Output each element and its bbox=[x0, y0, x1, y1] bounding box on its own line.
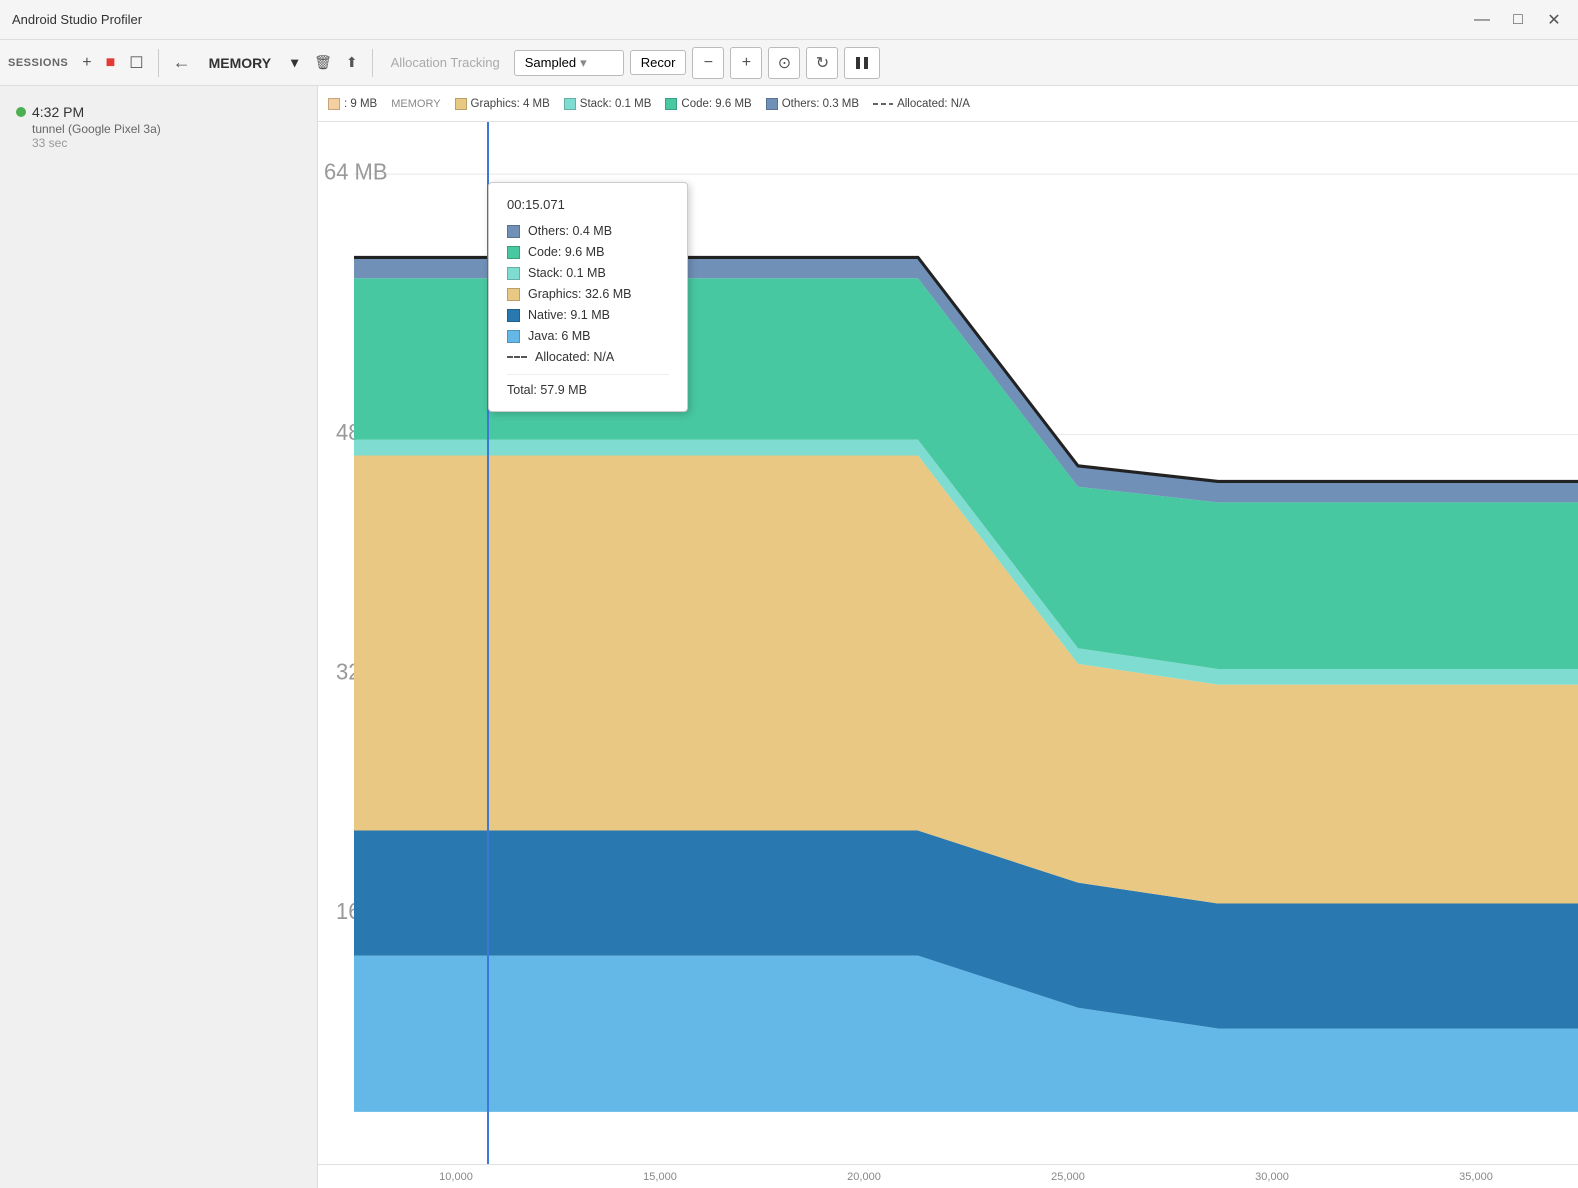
tooltip-row-others: Others: 0.4 MB bbox=[507, 224, 669, 238]
tooltip-row-stack: Stack: 0.1 MB bbox=[507, 266, 669, 280]
session-status-dot bbox=[16, 107, 26, 117]
minimize-button[interactable]: — bbox=[1470, 8, 1494, 32]
sampled-label: Sampled bbox=[525, 55, 576, 70]
tooltip-stack-label: Stack: 0.1 MB bbox=[528, 266, 606, 280]
tooltip-native-swatch bbox=[507, 309, 520, 322]
toolbar: SESSIONS + ■ ☐ ← MEMORY ▾ 🗑 ⬆ Allocation… bbox=[0, 40, 1578, 86]
refresh-button[interactable]: ↻ bbox=[806, 47, 838, 79]
tooltip-graphics-label: Graphics: 32.6 MB bbox=[528, 287, 632, 301]
x-axis: 10,000 15,000 20,000 25,000 30,000 35,00… bbox=[318, 1164, 1578, 1188]
maximize-button[interactable]: □ bbox=[1506, 8, 1530, 32]
tooltip-total: Total: 57.9 MB bbox=[507, 374, 669, 397]
delete-button[interactable]: 🗑 bbox=[310, 50, 336, 75]
tooltip-row-java: Java: 6 MB bbox=[507, 329, 669, 343]
legend-others: Others: 0.3 MB bbox=[766, 98, 859, 110]
x-tick-15000: 15,000 bbox=[558, 1171, 762, 1183]
svg-text:64 MB: 64 MB bbox=[324, 159, 388, 185]
legend-graphics: Graphics: 4 MB bbox=[455, 98, 550, 110]
tooltip-row-native: Native: 9.1 MB bbox=[507, 308, 669, 322]
tooltip-java-swatch bbox=[507, 330, 520, 343]
x-tick-20000: 20,000 bbox=[762, 1171, 966, 1183]
sampled-dropdown[interactable]: Sampled ▾ bbox=[514, 50, 624, 76]
export-button[interactable]: ⬆ bbox=[342, 50, 362, 75]
legend-others-label: Others: 0.3 MB bbox=[782, 98, 859, 110]
back-button[interactable]: ← bbox=[169, 48, 195, 77]
record-button[interactable]: Recor bbox=[630, 50, 687, 75]
legend-java-label: : 9 MB bbox=[344, 98, 377, 110]
pause-button[interactable] bbox=[844, 47, 880, 79]
legend-code-label: Code: 9.6 MB bbox=[681, 98, 751, 110]
legend-allocated-label: Allocated: N/A bbox=[897, 98, 970, 110]
legend-java: : 9 MB bbox=[328, 98, 377, 110]
tooltip-row-allocated: Allocated: N/A bbox=[507, 350, 669, 364]
chart-container[interactable]: 64 MB 48 32 16 bbox=[318, 122, 1578, 1188]
tooltip-native-label: Native: 9.1 MB bbox=[528, 308, 610, 322]
session-device-label: tunnel (Google Pixel 3a) bbox=[16, 122, 301, 136]
zoom-in-button[interactable]: + bbox=[730, 47, 762, 79]
tooltip-allocated-label: Allocated: N/A bbox=[535, 350, 614, 364]
tooltip-code-label: Code: 9.6 MB bbox=[528, 245, 604, 259]
legend-memory-text: MEMORY bbox=[391, 98, 440, 110]
sampled-arrow-icon: ▾ bbox=[580, 55, 587, 71]
close-button[interactable]: ✕ bbox=[1542, 8, 1566, 32]
chart-area: : 9 MB MEMORY Graphics: 4 MB Stack: 0.1 … bbox=[318, 86, 1578, 1188]
stop-button[interactable]: ■ bbox=[102, 50, 120, 76]
session-duration-label: 33 sec bbox=[16, 136, 301, 150]
tooltip-stack-swatch bbox=[507, 267, 520, 280]
record-label: Recor bbox=[641, 55, 676, 70]
tooltip-row-code: Code: 9.6 MB bbox=[507, 245, 669, 259]
legend-graphics-swatch bbox=[455, 98, 467, 110]
sessions-label: SESSIONS bbox=[8, 57, 68, 69]
session-time-label: 4:32 PM bbox=[32, 104, 84, 120]
tooltip-others-label: Others: 0.4 MB bbox=[528, 224, 612, 238]
tooltip-code-swatch bbox=[507, 246, 520, 259]
toolbar-separator-1 bbox=[158, 49, 159, 77]
legend-bar: : 9 MB MEMORY Graphics: 4 MB Stack: 0.1 … bbox=[318, 86, 1578, 122]
toolbar-separator-2 bbox=[372, 49, 373, 77]
legend-code: Code: 9.6 MB bbox=[665, 98, 751, 110]
app-title: Android Studio Profiler bbox=[12, 12, 142, 27]
x-tick-10000: 10,000 bbox=[354, 1171, 558, 1183]
tooltip-java-label: Java: 6 MB bbox=[528, 329, 591, 343]
tooltip-time: 00:15.071 bbox=[507, 197, 669, 212]
legend-others-swatch bbox=[766, 98, 778, 110]
x-tick-25000: 25,000 bbox=[966, 1171, 1170, 1183]
x-tick-35000: 35,000 bbox=[1374, 1171, 1578, 1183]
tooltip-row-graphics: Graphics: 32.6 MB bbox=[507, 287, 669, 301]
memory-label: MEMORY bbox=[201, 51, 279, 75]
layout-button[interactable]: ☐ bbox=[125, 49, 147, 77]
legend-memory-label: MEMORY bbox=[391, 98, 440, 110]
legend-stack-swatch bbox=[564, 98, 576, 110]
allocation-tracking-label: Allocation Tracking bbox=[383, 51, 508, 74]
main-layout: 4:32 PM tunnel (Google Pixel 3a) 33 sec … bbox=[0, 86, 1578, 1188]
title-bar: Android Studio Profiler — □ ✕ bbox=[0, 0, 1578, 40]
reset-zoom-button[interactable]: ⊙ bbox=[768, 47, 800, 79]
tooltip-others-swatch bbox=[507, 225, 520, 238]
memory-dropdown-button[interactable]: ▾ bbox=[285, 50, 304, 75]
legend-allocated: Allocated: N/A bbox=[873, 98, 970, 110]
x-tick-30000: 30,000 bbox=[1170, 1171, 1374, 1183]
legend-stack: Stack: 0.1 MB bbox=[564, 98, 652, 110]
tooltip-allocated-dash bbox=[507, 356, 527, 358]
add-session-button[interactable]: + bbox=[78, 50, 95, 76]
tooltip-graphics-swatch bbox=[507, 288, 520, 301]
legend-graphics-label: Graphics: 4 MB bbox=[471, 98, 550, 110]
sidebar: 4:32 PM tunnel (Google Pixel 3a) 33 sec bbox=[0, 86, 318, 1188]
session-item[interactable]: 4:32 PM tunnel (Google Pixel 3a) 33 sec bbox=[12, 98, 305, 156]
zoom-out-button[interactable]: − bbox=[692, 47, 724, 79]
legend-java-swatch bbox=[328, 98, 340, 110]
legend-code-swatch bbox=[665, 98, 677, 110]
legend-stack-label: Stack: 0.1 MB bbox=[580, 98, 652, 110]
tooltip: 00:15.071 Others: 0.4 MB Code: 9.6 MB St… bbox=[488, 182, 688, 412]
legend-allocated-dash bbox=[873, 103, 893, 105]
